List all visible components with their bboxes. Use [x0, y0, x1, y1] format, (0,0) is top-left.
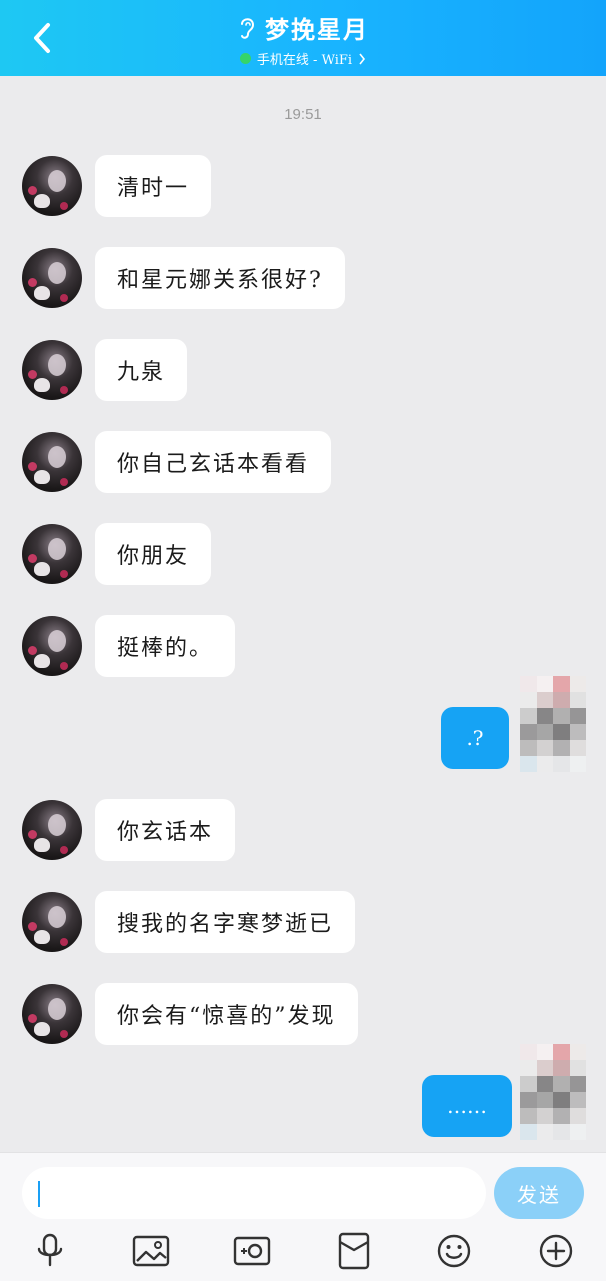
avatar[interactable]: [22, 892, 82, 952]
message-row: 你玄话本: [22, 799, 236, 861]
message-bubble[interactable]: 你自己玄话本看看: [95, 431, 332, 493]
avatar[interactable]: [22, 432, 82, 492]
online-status[interactable]: 手机在线 - WiFi: [0, 49, 606, 68]
message-row: 挺棒的。: [22, 615, 236, 677]
ear-icon: [241, 17, 255, 39]
emoji-icon: [437, 1234, 471, 1268]
avatar[interactable]: [22, 248, 82, 308]
contact-name: 梦挽星月: [265, 15, 369, 44]
message-row: 搜我的名字寒梦逝已: [22, 891, 356, 953]
avatar[interactable]: [22, 156, 82, 216]
message-bubble[interactable]: 挺棒的。: [95, 615, 236, 677]
input-bar: 发送: [0, 1152, 606, 1281]
message-bubble[interactable]: 你会有“惊喜的”发现: [95, 983, 358, 1045]
avatar[interactable]: [22, 800, 82, 860]
camera-icon: [233, 1236, 271, 1266]
message-input[interactable]: [22, 1167, 486, 1219]
message-bubble[interactable]: 九泉: [95, 339, 188, 401]
message-row: 你朋友: [22, 523, 212, 585]
voice-button[interactable]: [30, 1231, 70, 1271]
message-bubble-outgoing[interactable]: ……: [422, 1075, 512, 1137]
plus-icon: [539, 1234, 573, 1268]
message-timestamp: 19:51: [284, 106, 322, 123]
self-avatar[interactable]: [520, 676, 586, 772]
message-bubble[interactable]: 清时一: [95, 155, 212, 217]
contact-info[interactable]: 梦挽星月 手机在线 - WiFi: [0, 10, 606, 68]
message-bubble[interactable]: 你朋友: [95, 523, 212, 585]
microphone-icon: [37, 1233, 63, 1267]
chevron-right-icon: [359, 53, 366, 64]
text-caret: [38, 1181, 40, 1207]
red-envelope-icon: [338, 1232, 370, 1270]
avatar[interactable]: [22, 524, 82, 584]
avatar[interactable]: [22, 616, 82, 676]
image-icon: [132, 1235, 170, 1267]
online-status-text: 手机在线 - WiFi: [256, 53, 353, 68]
message-row: 你自己玄话本看看: [22, 431, 332, 493]
self-avatar[interactable]: [520, 1044, 586, 1140]
message-row: 九泉: [22, 339, 188, 401]
message-row: 你会有“惊喜的”发现: [22, 983, 358, 1045]
camera-button[interactable]: [232, 1231, 272, 1271]
send-button[interactable]: 发送: [494, 1167, 584, 1219]
message-bubble[interactable]: 和星元娜关系很好?: [95, 247, 345, 309]
avatar[interactable]: [22, 340, 82, 400]
message-bubble-outgoing[interactable]: .?: [441, 707, 509, 769]
avatar[interactable]: [22, 984, 82, 1044]
chat-header: 梦挽星月 手机在线 - WiFi: [0, 0, 606, 76]
red-envelope-button[interactable]: [334, 1231, 374, 1271]
emoji-button[interactable]: [434, 1231, 474, 1271]
more-button[interactable]: [536, 1231, 576, 1271]
image-button[interactable]: [131, 1231, 171, 1271]
online-dot-icon: [239, 53, 251, 64]
message-bubble[interactable]: 你玄话本: [95, 799, 236, 861]
message-bubble[interactable]: 搜我的名字寒梦逝已: [95, 891, 356, 953]
message-row: 清时一: [22, 155, 212, 217]
message-row: 和星元娜关系很好?: [22, 247, 345, 309]
